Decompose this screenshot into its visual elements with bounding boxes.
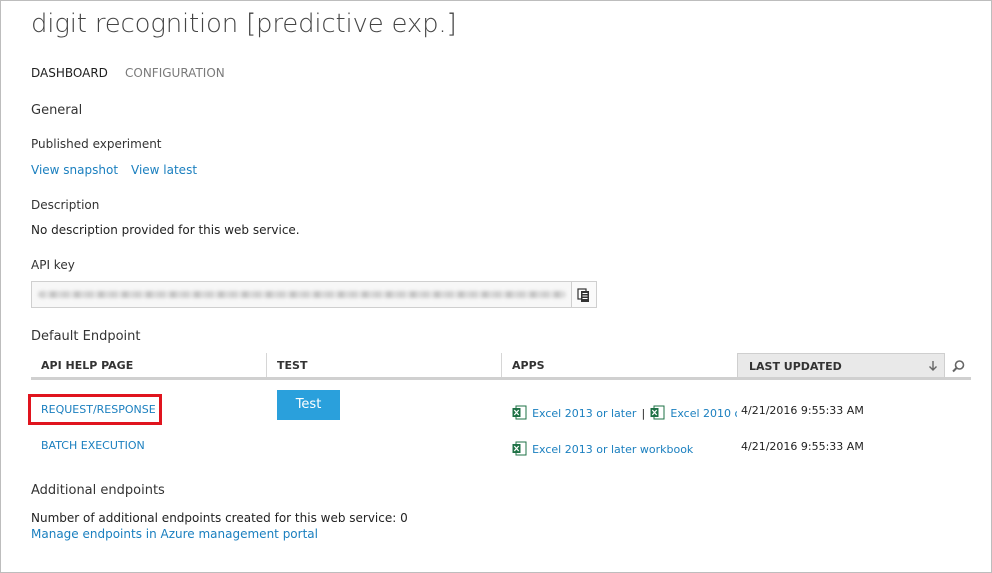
- excel-icon: [512, 405, 527, 420]
- additional-endpoints-count: Number of additional endpoints created f…: [31, 511, 408, 525]
- column-header-apps: APPS: [512, 359, 545, 372]
- copy-api-key-button[interactable]: [571, 282, 596, 307]
- manage-endpoints-link[interactable]: Manage endpoints in Azure management por…: [31, 527, 318, 541]
- excel-icon: [512, 441, 527, 456]
- column-divider: [501, 353, 502, 378]
- column-header-last-updated[interactable]: LAST UPDATED: [737, 353, 945, 378]
- apps-separator: |: [641, 407, 646, 420]
- default-endpoint-heading: Default Endpoint: [31, 329, 141, 344]
- description-label: Description: [31, 198, 100, 212]
- view-snapshot-link[interactable]: View snapshot: [31, 163, 118, 177]
- last-updated-value: 4/21/2016 9:55:33 AM: [741, 404, 864, 417]
- web-service-dashboard: digit recognition [predictive exp.] DASH…: [0, 0, 992, 573]
- published-experiment-label: Published experiment: [31, 137, 162, 151]
- column-header-last-updated-label: LAST UPDATED: [749, 360, 842, 373]
- tab-configuration[interactable]: CONFIGURATION: [125, 66, 225, 80]
- api-key-field[interactable]: [31, 281, 597, 308]
- apps-cell: Excel 2013 or later | Excel 2010 or earl…: [512, 402, 737, 421]
- api-key-obscured-value: [38, 291, 566, 298]
- description-text: No description provided for this web ser…: [31, 223, 300, 237]
- table-header-rule: [31, 377, 971, 380]
- excel-workbook-link[interactable]: Excel 2013 or later workbook: [532, 443, 693, 456]
- test-button[interactable]: Test: [277, 390, 340, 420]
- column-header-api-help-page: API HELP PAGE: [41, 359, 134, 372]
- view-latest-link[interactable]: View latest: [131, 163, 197, 177]
- search-table-button[interactable]: [947, 356, 969, 376]
- additional-endpoints-heading: Additional endpoints: [31, 483, 165, 498]
- excel-2010-link[interactable]: Excel 2010 or earlie: [670, 407, 737, 420]
- column-header-test: TEST: [277, 359, 308, 372]
- search-icon: [952, 360, 965, 373]
- page-title: digit recognition [predictive exp.]: [31, 9, 457, 39]
- tab-dashboard[interactable]: DASHBOARD: [31, 66, 108, 80]
- sort-descending-icon: [929, 361, 937, 371]
- apps-cell: Excel 2013 or later workbook: [512, 438, 693, 457]
- batch-execution-link[interactable]: BATCH EXECUTION: [41, 439, 145, 452]
- request-response-link[interactable]: REQUEST/RESPONSE: [41, 403, 156, 416]
- excel-icon: [650, 405, 665, 420]
- general-heading: General: [31, 103, 83, 118]
- column-divider: [266, 353, 267, 378]
- copy-icon: [577, 288, 589, 302]
- last-updated-value: 4/21/2016 9:55:33 AM: [741, 440, 864, 453]
- excel-2013-link[interactable]: Excel 2013 or later: [532, 407, 636, 420]
- api-key-label: API key: [31, 258, 75, 272]
